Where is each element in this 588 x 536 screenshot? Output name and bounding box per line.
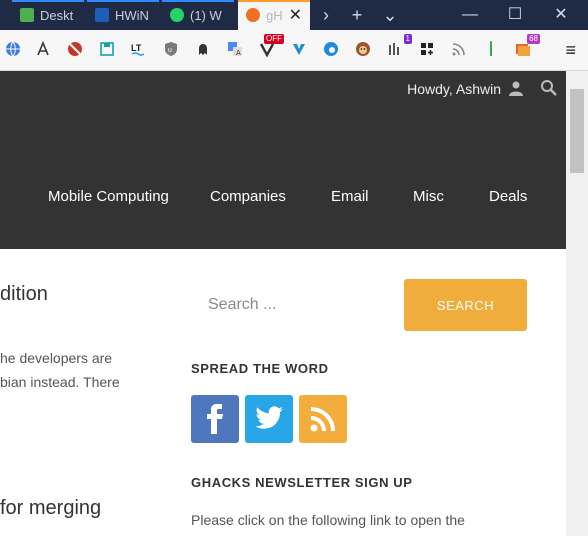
search-icon[interactable] xyxy=(540,79,558,97)
tab-indicator xyxy=(12,0,84,2)
stack-icon[interactable]: 68 xyxy=(514,34,540,58)
hwinfo-icon xyxy=(95,8,109,22)
article-title[interactable]: for merging xyxy=(0,497,101,520)
article-excerpt: he developers are xyxy=(0,350,113,366)
tab-desktop[interactable]: Deskt xyxy=(12,0,84,30)
bars-icon[interactable]: 1 xyxy=(386,34,412,58)
facebook-icon xyxy=(207,404,223,434)
close-window-button[interactable]: ✕ xyxy=(547,2,575,28)
blocker-icon[interactable] xyxy=(66,40,84,58)
tab-ghacks[interactable]: gH ✕ xyxy=(238,0,310,30)
tab-whatsapp[interactable]: (1) W xyxy=(162,0,234,30)
tab-hwinfo[interactable]: HWiN xyxy=(87,0,159,30)
svg-text:A: A xyxy=(236,50,241,57)
maximize-button[interactable]: ☐ xyxy=(501,2,529,28)
off-badge: OFF xyxy=(264,34,284,44)
ghacks-icon xyxy=(246,8,260,22)
tab-title: HWiN xyxy=(115,7,149,23)
edge-icon[interactable] xyxy=(322,40,340,58)
article-excerpt: bian instead. There xyxy=(0,374,120,390)
newsletter-text: Please click on the following link to op… xyxy=(191,512,465,528)
list-all-tabs-button[interactable]: ⌄ xyxy=(380,5,400,25)
nav-item-misc[interactable]: Misc xyxy=(413,188,444,205)
web-page: Howdy, Ashwin t Mobile Computing Compani… xyxy=(0,71,566,536)
vpn-icon[interactable]: OFF xyxy=(258,34,284,58)
tab-scroll-button[interactable]: › xyxy=(316,5,336,25)
facebook-button[interactable] xyxy=(191,395,239,443)
languagetool-icon[interactable]: LT xyxy=(130,40,148,58)
count-badge: 68 xyxy=(527,34,540,44)
svg-text:LT: LT xyxy=(131,43,142,53)
scrollbar-thumb[interactable] xyxy=(570,89,584,173)
pencil-icon[interactable] xyxy=(482,40,500,58)
ublock-icon[interactable]: u xyxy=(162,40,180,58)
spread-heading: SPREAD THE WORD xyxy=(191,361,329,376)
tab-close-button[interactable]: ✕ xyxy=(289,5,302,25)
article-list: dition he developers are bian instead. T… xyxy=(0,249,170,536)
user-greeting[interactable]: Howdy, Ashwin xyxy=(407,81,501,97)
tab-title: (1) W xyxy=(190,7,222,23)
tab-indicator xyxy=(238,0,310,2)
page-scrollbar[interactable] xyxy=(566,71,588,536)
nav-item-deals[interactable]: Deals xyxy=(489,188,527,205)
site-header: Howdy, Ashwin t Mobile Computing Compani… xyxy=(0,71,566,249)
rss-button[interactable] xyxy=(299,395,347,443)
reader-icon[interactable] xyxy=(34,40,52,58)
sidebar: SEARCH SPREAD THE WORD GHACKS NEWSLETTER… xyxy=(191,249,566,536)
nav-item-companies[interactable]: Companies xyxy=(210,188,286,205)
svg-text:u: u xyxy=(168,47,172,54)
app-menu-icon[interactable]: ≡ xyxy=(565,40,576,61)
save-icon[interactable] xyxy=(98,40,116,58)
new-tab-button[interactable]: + xyxy=(347,5,367,25)
count-badge: 1 xyxy=(403,34,412,44)
newsletter-heading: GHACKS NEWSLETTER SIGN UP xyxy=(191,475,413,490)
nav-item-email[interactable]: Email xyxy=(331,188,369,205)
monkey-icon[interactable] xyxy=(354,40,372,58)
tab-indicator xyxy=(87,0,159,2)
grid-icon[interactable] xyxy=(418,40,436,58)
search-input[interactable] xyxy=(191,279,394,331)
browser-toolbar: LT u A OFF 1 68 ≡ xyxy=(0,30,588,71)
shield-v-icon[interactable] xyxy=(290,40,308,58)
search-button[interactable]: SEARCH xyxy=(404,279,527,331)
rss-feed-icon[interactable] xyxy=(450,40,468,58)
desktop-app-icon xyxy=(20,8,34,22)
user-icon[interactable] xyxy=(508,80,524,96)
ghost-icon[interactable] xyxy=(194,40,212,58)
tab-title: Deskt xyxy=(40,7,74,23)
minimize-button[interactable]: — xyxy=(456,2,484,28)
tab-strip: Deskt HWiN (1) W gH ✕ › + ⌄ — ☐ ✕ xyxy=(0,0,588,30)
whatsapp-icon xyxy=(170,8,184,22)
globe-icon[interactable] xyxy=(4,40,22,58)
article-title[interactable]: dition xyxy=(0,283,48,306)
translate-icon[interactable]: A xyxy=(226,40,244,58)
tab-indicator xyxy=(162,0,234,2)
twitter-icon xyxy=(255,406,283,429)
twitter-button[interactable] xyxy=(245,395,293,443)
rss-icon xyxy=(310,407,335,432)
nav-item-mobile-computing[interactable]: Mobile Computing xyxy=(48,188,169,205)
tab-title: gH xyxy=(266,7,283,23)
